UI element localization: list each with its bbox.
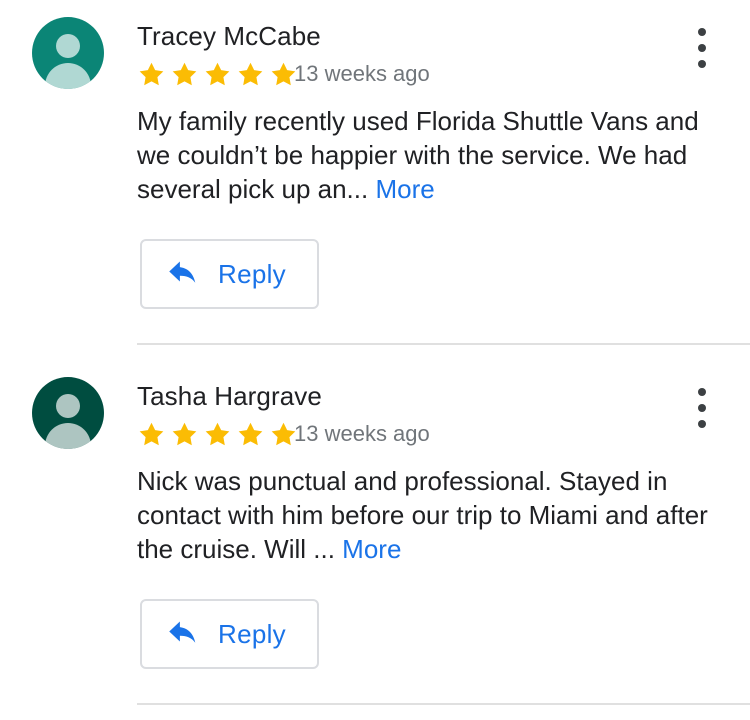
reply-label: Reply <box>218 618 286 649</box>
star-icon <box>205 62 230 86</box>
star-rating <box>137 421 298 447</box>
review-body: Nick was punctual and professional. Stay… <box>137 466 708 564</box>
person-icon <box>56 34 80 58</box>
review-card: Tracey McCabe 13 weeks ago My family rec… <box>0 0 750 360</box>
star-icon <box>205 422 230 446</box>
menu-dot <box>698 388 706 396</box>
review-time: 13 weeks ago <box>294 61 430 86</box>
star-rating <box>137 61 298 87</box>
star-icon <box>172 422 197 446</box>
reviewer-name[interactable]: Tasha Hargrave <box>137 380 322 412</box>
menu-dot <box>698 60 706 68</box>
review-text: My family recently used Florida Shuttle … <box>137 104 717 206</box>
menu-dot <box>698 28 706 36</box>
avatar[interactable] <box>32 17 104 89</box>
avatar[interactable] <box>32 377 104 449</box>
person-icon <box>56 394 80 418</box>
review-card: Tasha Hargrave 13 weeks ago Nick was pun… <box>0 360 750 720</box>
star-icon <box>172 62 197 86</box>
star-icon <box>238 62 263 86</box>
reply-button[interactable]: Reply <box>140 599 319 669</box>
more-link[interactable]: More <box>342 534 401 564</box>
more-vert-icon[interactable] <box>688 388 716 428</box>
menu-dot <box>698 404 706 412</box>
reviewer-name[interactable]: Tracey McCabe <box>137 20 321 52</box>
review-text: Nick was punctual and professional. Stay… <box>137 464 717 566</box>
review-time: 13 weeks ago <box>294 421 430 446</box>
more-vert-icon[interactable] <box>688 28 716 68</box>
person-body-shape <box>45 63 91 89</box>
reply-label: Reply <box>218 258 286 289</box>
reply-button[interactable]: Reply <box>140 239 319 309</box>
person-body-shape <box>45 423 91 449</box>
star-icon <box>139 62 164 86</box>
reply-arrow-icon <box>169 261 196 283</box>
star-icon <box>139 422 164 446</box>
divider <box>137 343 750 345</box>
menu-dot <box>698 420 706 428</box>
more-link[interactable]: More <box>375 174 434 204</box>
reply-arrow-icon <box>169 621 196 643</box>
divider <box>137 703 750 705</box>
star-icon <box>238 422 263 446</box>
menu-dot <box>698 44 706 52</box>
